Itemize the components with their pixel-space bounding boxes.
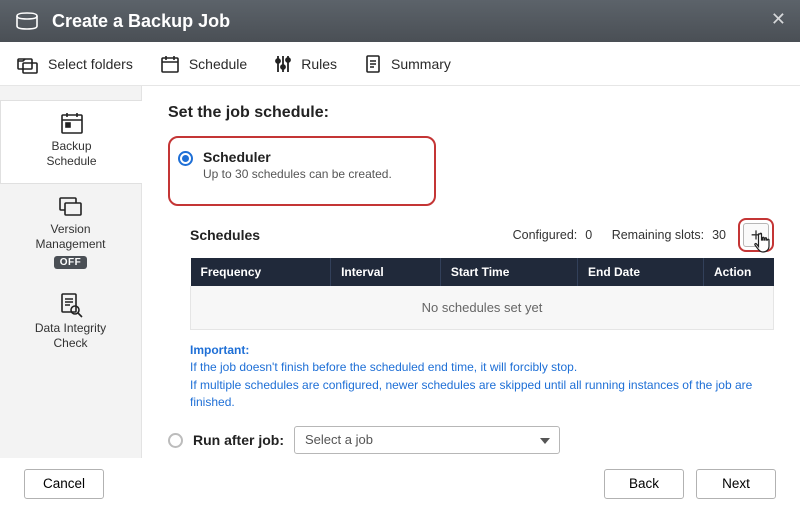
- stack-icon: [4, 190, 137, 222]
- remaining-value: 30: [712, 228, 726, 242]
- schedules-label: Schedules: [190, 227, 260, 243]
- sliders-icon: [273, 53, 293, 75]
- select-job-placeholder: Select a job: [305, 432, 373, 447]
- tab-data-integrity-check[interactable]: Data Integrity Check: [0, 283, 141, 365]
- document-icon: [363, 53, 383, 75]
- run-after-job-option: Run after job: Select a job This job run…: [168, 426, 774, 458]
- run-after-job-title: Run after job:: [193, 432, 284, 448]
- dialog-footer: Cancel Back Next: [0, 458, 800, 508]
- folders-icon: [16, 53, 40, 75]
- content-title: Set the job schedule:: [168, 104, 774, 122]
- col-action: Action: [704, 258, 774, 286]
- important-heading: Important:: [190, 342, 774, 359]
- off-badge: OFF: [54, 256, 88, 269]
- remaining-label: Remaining slots:: [612, 228, 704, 242]
- tab-label: Data Integrity Check: [4, 321, 137, 351]
- radio-scheduler[interactable]: [178, 151, 193, 166]
- plus-icon: +: [751, 226, 762, 244]
- radio-run-after-job[interactable]: [168, 433, 183, 448]
- col-frequency: Frequency: [191, 258, 331, 286]
- tab-label: Backup Schedule: [5, 139, 138, 169]
- col-interval: Interval: [331, 258, 441, 286]
- cancel-button[interactable]: Cancel: [24, 469, 104, 499]
- scheduler-subtitle: Up to 30 schedules can be created.: [203, 167, 392, 181]
- wizard-steps: Select folders Schedule Rules: [0, 42, 800, 86]
- back-button[interactable]: Back: [604, 469, 684, 499]
- content-panel: Set the job schedule: Scheduler Up to 30…: [142, 86, 800, 458]
- scheduler-option-highlight: Scheduler Up to 30 schedules can be crea…: [168, 136, 436, 206]
- step-select-folders[interactable]: Select folders: [16, 53, 133, 75]
- step-label: Schedule: [189, 56, 247, 72]
- important-line-1: If the job doesn't finish before the sch…: [190, 359, 774, 376]
- main-area: Backup Schedule Version Management OFF: [0, 86, 800, 458]
- step-label: Rules: [301, 56, 337, 72]
- step-label: Select folders: [48, 56, 133, 72]
- step-rules[interactable]: Rules: [273, 53, 337, 75]
- step-label: Summary: [391, 56, 451, 72]
- scheduler-title: Scheduler: [203, 149, 392, 165]
- calendar-icon: [159, 53, 181, 75]
- dialog-header: Create a Backup Job ✕: [0, 0, 800, 42]
- left-subnav: Backup Schedule Version Management OFF: [0, 86, 142, 458]
- configured-value: 0: [585, 228, 592, 242]
- close-icon[interactable]: ✕: [771, 10, 786, 28]
- add-schedule-highlight: +: [738, 218, 774, 252]
- col-start-time: Start Time: [440, 258, 577, 286]
- table-row: No schedules set yet: [191, 286, 774, 330]
- step-summary[interactable]: Summary: [363, 53, 451, 75]
- important-line-2: If multiple schedules are configured, ne…: [190, 377, 774, 412]
- next-button[interactable]: Next: [696, 469, 776, 499]
- empty-state: No schedules set yet: [191, 286, 774, 330]
- col-end-date: End Date: [578, 258, 704, 286]
- schedules-table: Frequency Interval Start Time End Date A…: [190, 258, 774, 330]
- tab-version-management[interactable]: Version Management OFF: [0, 184, 141, 283]
- configured-label: Configured:: [513, 228, 578, 242]
- backup-drive-icon: [14, 10, 40, 32]
- step-schedule[interactable]: Schedule: [159, 53, 247, 75]
- tab-label: Version Management: [4, 222, 137, 252]
- calendar-icon: [5, 107, 138, 139]
- add-schedule-button[interactable]: +: [743, 223, 769, 247]
- tab-backup-schedule[interactable]: Backup Schedule: [0, 100, 142, 184]
- schedules-block: Schedules Configured: 0 Remaining slots:…: [190, 218, 774, 330]
- select-job-dropdown[interactable]: Select a job: [294, 426, 560, 454]
- document-search-icon: [4, 289, 137, 321]
- dialog-title: Create a Backup Job: [52, 11, 230, 32]
- important-note: Important: If the job doesn't finish bef…: [190, 342, 774, 412]
